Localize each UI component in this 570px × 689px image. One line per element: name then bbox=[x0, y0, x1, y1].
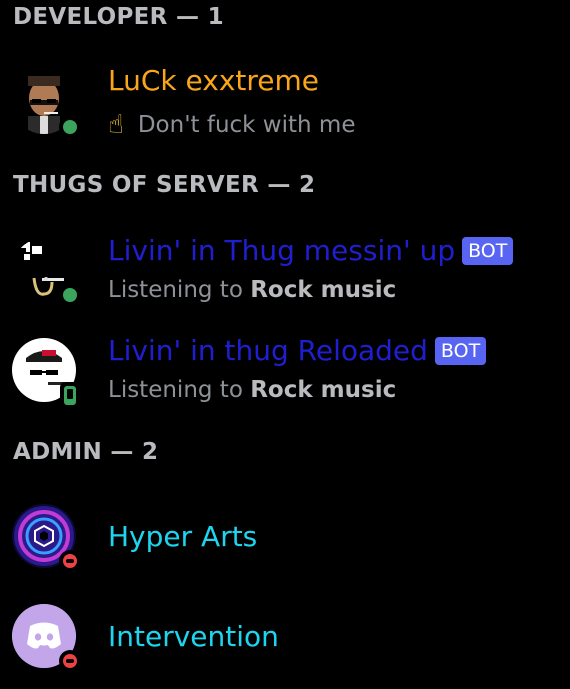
section-header-developer: DEVELOPER — 1 bbox=[13, 4, 224, 30]
avatar[interactable] bbox=[12, 604, 81, 672]
avatar[interactable] bbox=[12, 238, 81, 306]
bot-tag: BOT bbox=[434, 336, 487, 365]
bot-tag: BOT bbox=[462, 236, 514, 265]
member-name-row: LuCk exxtreme bbox=[108, 64, 319, 97]
member-luck-exxtreme[interactable]: LuCk exxtreme ☝ Don't fuck with me bbox=[0, 64, 570, 142]
member-name: Livin' in Thug messin' up bbox=[108, 234, 456, 267]
member-name: Hyper Arts bbox=[108, 520, 258, 553]
activity-name: Rock music bbox=[250, 377, 397, 403]
member-name-row: Intervention bbox=[108, 620, 279, 653]
online-status-icon bbox=[59, 284, 81, 306]
member-name-row: Livin' in thug Reloaded BOT bbox=[108, 334, 487, 367]
member-hyper-arts[interactable]: Hyper Arts bbox=[0, 504, 570, 574]
avatar[interactable] bbox=[12, 504, 81, 572]
member-livin-in-thug-reloaded[interactable]: Livin' in thug Reloaded BOT Listening to… bbox=[0, 334, 570, 408]
activity-status: Listening to Rock music bbox=[108, 277, 396, 303]
section-header-thugs-of-server: THUGS OF SERVER — 2 bbox=[13, 172, 316, 198]
section-header-admin: ADMIN — 2 bbox=[13, 439, 159, 465]
custom-status-text: Don't fuck with me bbox=[137, 112, 356, 138]
avatar[interactable] bbox=[12, 338, 80, 408]
mobile-online-status-icon bbox=[60, 382, 80, 408]
member-name-row: Livin' in Thug messin' up BOT bbox=[108, 234, 514, 267]
member-livin-in-thug-messin-up[interactable]: Livin' in Thug messin' up BOT Listening … bbox=[0, 234, 570, 308]
do-not-disturb-status-icon bbox=[59, 550, 81, 572]
member-name: Intervention bbox=[108, 620, 279, 653]
member-name-row: Hyper Arts bbox=[108, 520, 257, 553]
pointing-up-emoji-icon: ☝ bbox=[108, 110, 124, 140]
activity-prefix: Listening to bbox=[108, 377, 243, 403]
do-not-disturb-status-icon bbox=[59, 650, 81, 672]
member-name: Livin' in thug Reloaded bbox=[108, 334, 428, 367]
member-name: LuCk exxtreme bbox=[108, 64, 319, 97]
activity-prefix: Listening to bbox=[108, 277, 243, 303]
activity-name: Rock music bbox=[250, 277, 397, 303]
activity-status: Listening to Rock music bbox=[108, 377, 396, 403]
avatar[interactable] bbox=[12, 70, 81, 138]
member-intervention[interactable]: Intervention bbox=[0, 604, 570, 674]
custom-status: ☝ Don't fuck with me bbox=[108, 110, 355, 140]
online-status-icon bbox=[59, 116, 81, 138]
